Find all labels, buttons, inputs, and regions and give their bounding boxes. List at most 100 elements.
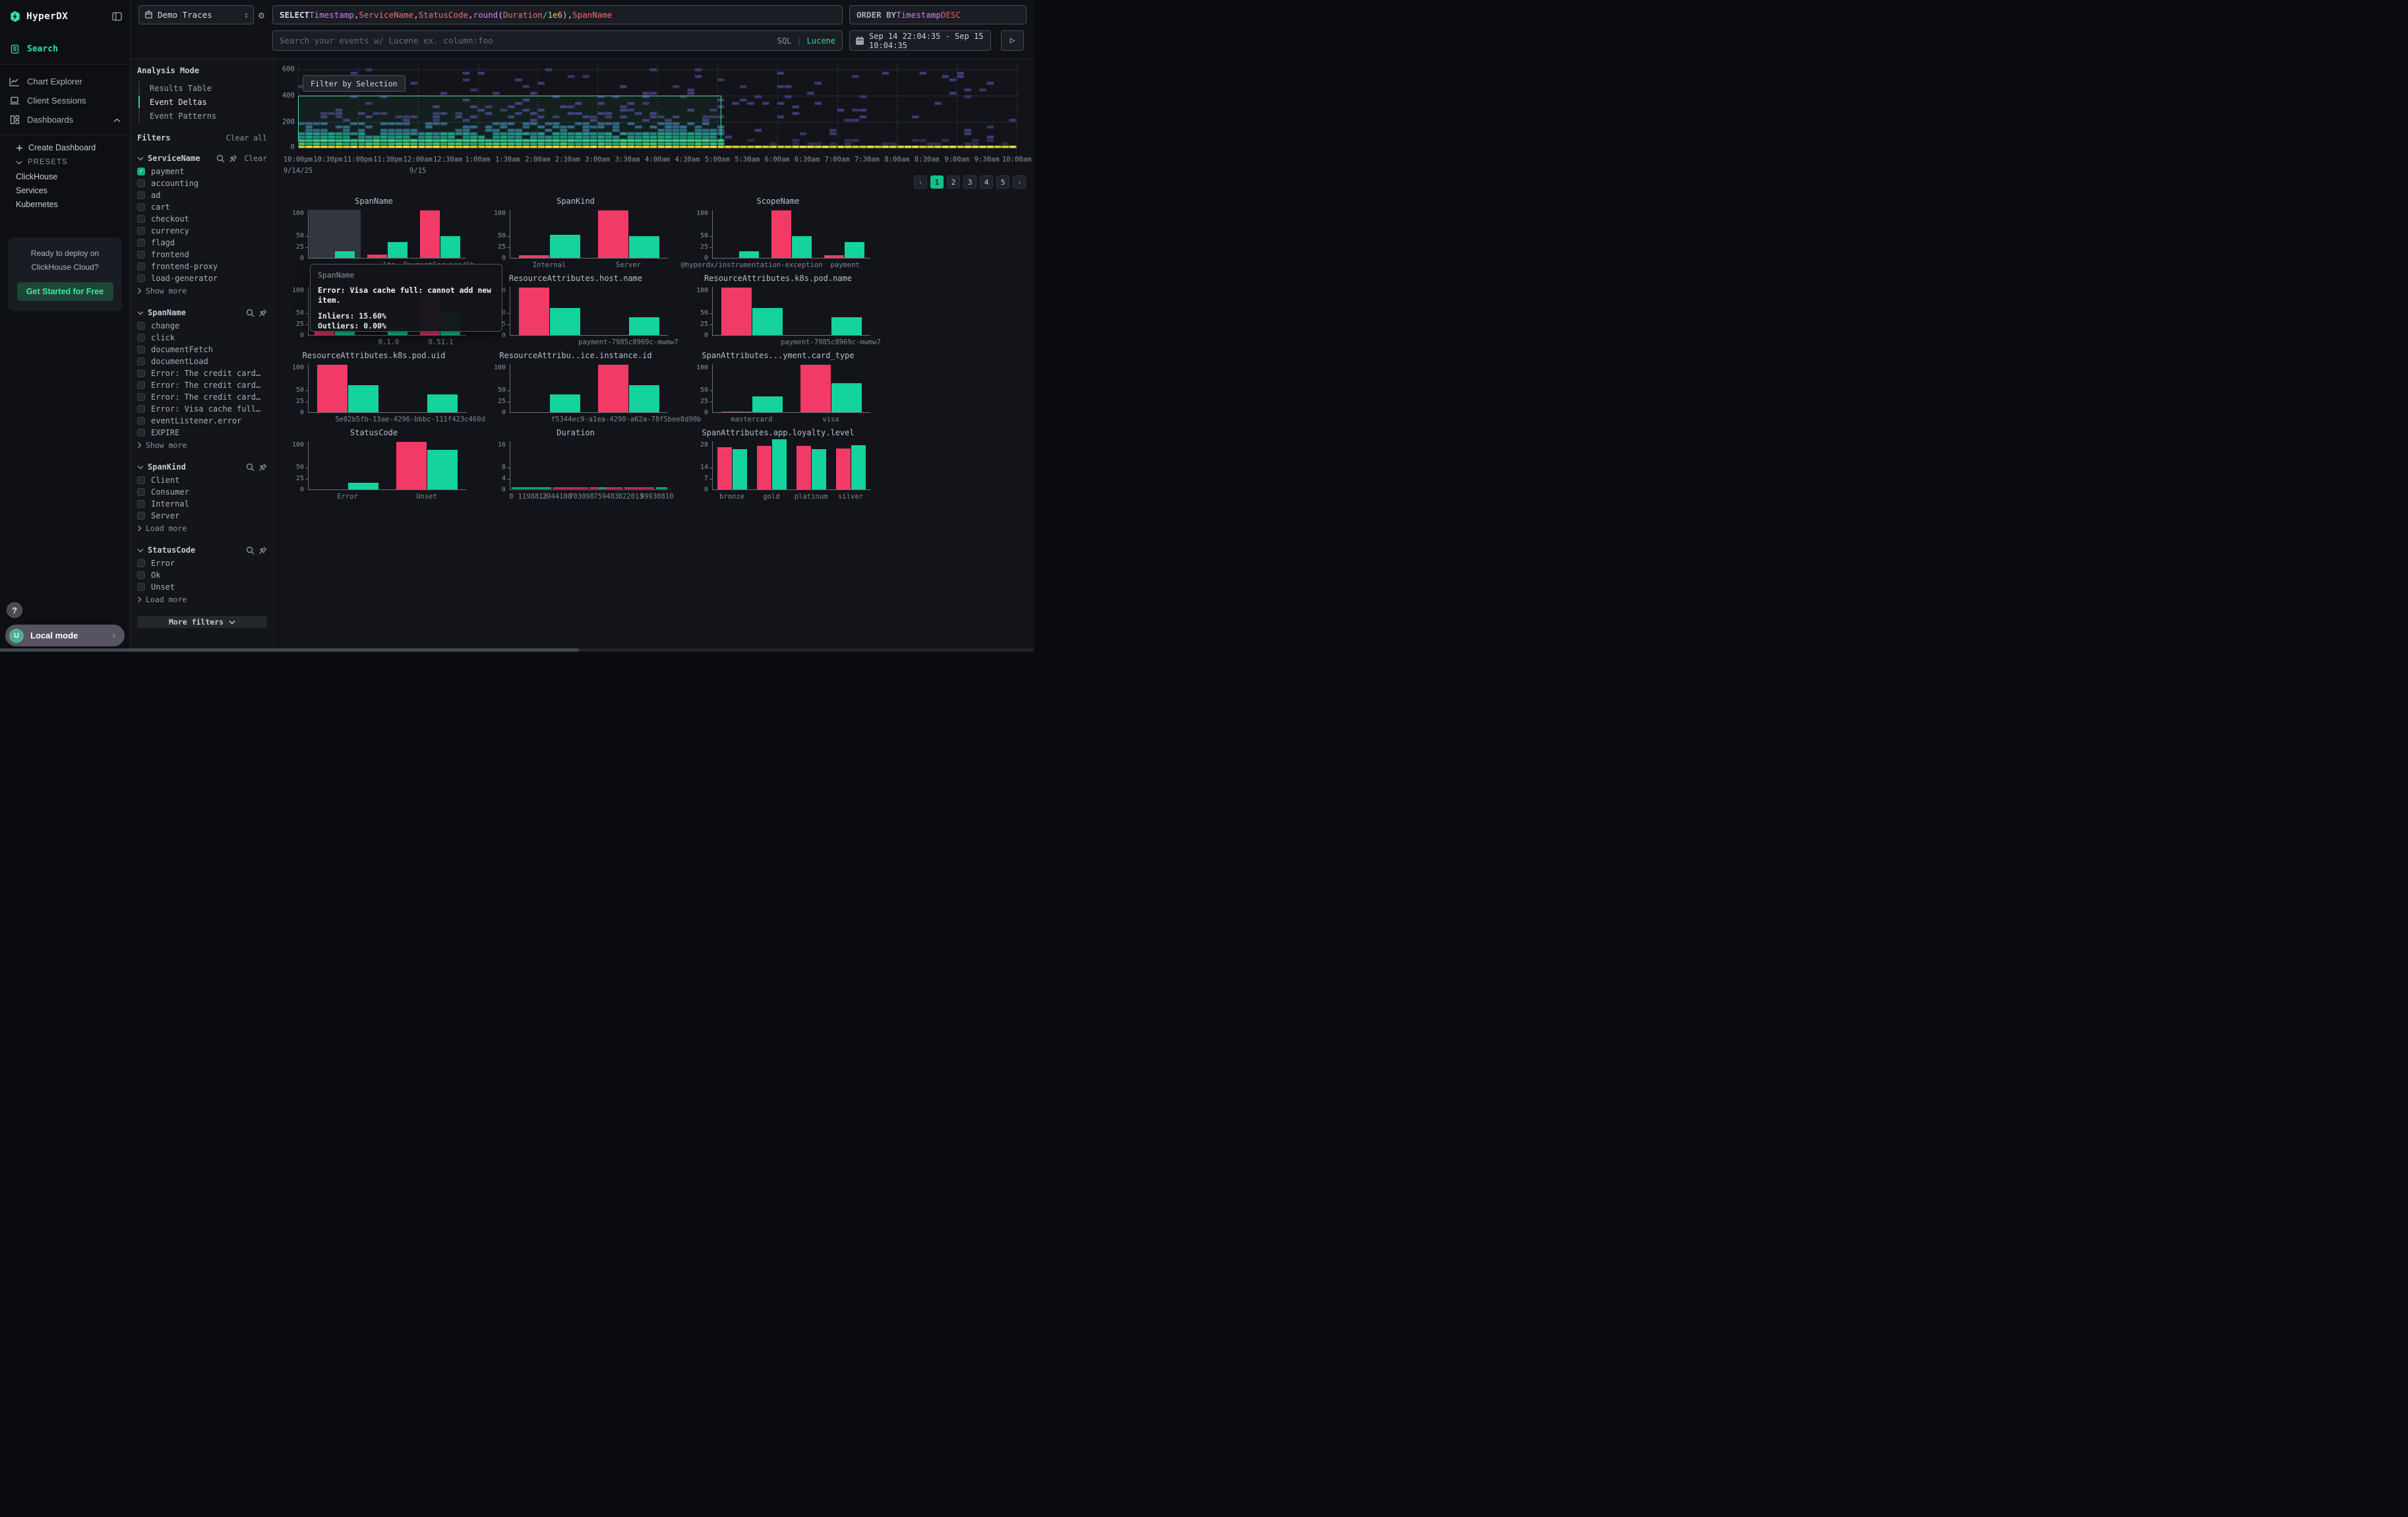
pin-icon[interactable] bbox=[258, 309, 267, 317]
outlier-bar[interactable] bbox=[317, 365, 347, 412]
chart-plot[interactable] bbox=[510, 210, 668, 259]
checkbox-unchecked[interactable] bbox=[137, 500, 145, 508]
checkbox-checked[interactable]: ✓ bbox=[137, 168, 145, 175]
filter-item-ok[interactable]: Ok bbox=[137, 569, 267, 581]
inlier-bar[interactable] bbox=[772, 439, 787, 489]
filter-item-accounting[interactable]: accounting bbox=[137, 177, 267, 189]
checkbox-unchecked[interactable] bbox=[137, 393, 145, 401]
filter-item-load-generator[interactable]: load-generator bbox=[137, 272, 267, 284]
inlier-bar[interactable] bbox=[348, 483, 378, 489]
outlier-bar[interactable] bbox=[800, 365, 831, 412]
run-query-button[interactable]: ▷ bbox=[1001, 30, 1024, 51]
pagination-next[interactable]: › bbox=[1013, 175, 1026, 189]
outlier-bar[interactable] bbox=[836, 449, 851, 489]
outlier-bar[interactable] bbox=[598, 365, 628, 412]
scrollbar-thumb[interactable] bbox=[0, 648, 579, 652]
outlier-bar[interactable] bbox=[519, 255, 549, 258]
checkbox-unchecked[interactable] bbox=[137, 512, 145, 520]
horizontal-scrollbar[interactable] bbox=[0, 648, 1034, 652]
checkbox-unchecked[interactable] bbox=[137, 239, 145, 247]
outlier-bar[interactable] bbox=[598, 210, 628, 258]
checkbox-unchecked[interactable] bbox=[137, 417, 145, 425]
chart-plot[interactable] bbox=[510, 287, 668, 336]
chevron-down-icon[interactable] bbox=[137, 465, 144, 470]
checkbox-unchecked[interactable] bbox=[137, 559, 145, 567]
filter-item-frontend-proxy[interactable]: frontend-proxy bbox=[137, 261, 267, 272]
checkbox-unchecked[interactable] bbox=[137, 369, 145, 377]
chart-plot[interactable] bbox=[308, 364, 466, 413]
filter-group-name[interactable]: StatusCode bbox=[148, 545, 195, 555]
checkbox-unchecked[interactable] bbox=[137, 322, 145, 330]
inlier-bar[interactable] bbox=[812, 449, 826, 489]
chart-plot[interactable] bbox=[510, 441, 668, 490]
inlier-bar[interactable] bbox=[792, 236, 812, 258]
inlier-bar[interactable] bbox=[845, 242, 864, 258]
filter-item-change[interactable]: change bbox=[137, 320, 267, 332]
pin-icon[interactable] bbox=[229, 154, 237, 163]
clear-all-filters[interactable]: Clear all bbox=[226, 133, 267, 142]
preset-dashboard-services[interactable]: Services bbox=[0, 183, 130, 197]
search-icon[interactable] bbox=[246, 463, 255, 472]
load-more-spankind[interactable]: Load more bbox=[137, 522, 267, 534]
checkbox-unchecked[interactable] bbox=[137, 263, 145, 270]
checkbox-unchecked[interactable] bbox=[137, 251, 145, 259]
pin-icon[interactable] bbox=[258, 463, 267, 472]
inlier-bar[interactable] bbox=[550, 308, 580, 335]
inlier-bar[interactable] bbox=[629, 317, 659, 335]
checkbox-unchecked[interactable] bbox=[137, 203, 145, 211]
pagination-page-3[interactable]: 3 bbox=[963, 175, 977, 189]
inlier-bar[interactable] bbox=[427, 394, 458, 412]
lucene-toggle[interactable]: Lucene bbox=[807, 36, 835, 46]
local-mode-menu[interactable]: U Local mode › bbox=[5, 625, 125, 646]
inlier-bar[interactable] bbox=[733, 449, 747, 489]
filter-item-flagd[interactable]: flagd bbox=[137, 237, 267, 249]
inlier-bar[interactable] bbox=[831, 383, 862, 412]
outlier-bar[interactable] bbox=[519, 288, 549, 335]
filter-item-error-the-credit-card-[interactable]: Error: The credit card (… bbox=[137, 391, 267, 403]
checkbox-unchecked[interactable] bbox=[137, 571, 145, 579]
outlier-bar[interactable] bbox=[367, 255, 387, 258]
filter-item-eventlistener-error[interactable]: eventListener.error bbox=[137, 415, 267, 427]
show-more-spanname[interactable]: Show more bbox=[137, 439, 267, 451]
heatmap-selection[interactable] bbox=[298, 96, 721, 141]
filter-item-consumer[interactable]: Consumer bbox=[137, 486, 267, 498]
inlier-bar[interactable] bbox=[752, 396, 783, 412]
sidebar-item-chart-explorer[interactable]: Chart Explorer bbox=[0, 72, 130, 91]
help-button[interactable]: ? bbox=[7, 602, 22, 618]
filter-item-documentfetch[interactable]: documentFetch bbox=[137, 344, 267, 356]
checkbox-unchecked[interactable] bbox=[137, 179, 145, 187]
outlier-bar[interactable] bbox=[824, 255, 844, 258]
checkbox-unchecked[interactable] bbox=[137, 357, 145, 365]
order-by-input[interactable]: ORDER BY Timestamp DESC bbox=[849, 5, 1027, 24]
filter-item-currency[interactable]: currency bbox=[137, 225, 267, 237]
checkbox-unchecked[interactable] bbox=[137, 381, 145, 389]
pagination-page-1[interactable]: 1 bbox=[930, 175, 944, 189]
sidebar-item-client-sessions[interactable]: Client Sessions bbox=[0, 91, 130, 110]
create-dashboard-button[interactable]: Create Dashboard bbox=[0, 140, 130, 155]
presets-toggle[interactable]: PRESETS bbox=[0, 155, 130, 170]
chevron-down-icon[interactable] bbox=[137, 156, 144, 161]
chart-plot[interactable] bbox=[308, 210, 466, 259]
inlier-bar[interactable] bbox=[440, 236, 460, 258]
inlier-bar[interactable] bbox=[550, 394, 580, 412]
filter-item-checkout[interactable]: checkout bbox=[137, 213, 267, 225]
filter-by-selection-button[interactable]: Filter by Selection bbox=[303, 75, 406, 92]
inlier-bar[interactable] bbox=[831, 317, 862, 335]
preset-dashboard-clickhouse[interactable]: ClickHouse bbox=[0, 170, 130, 183]
inlier-bar[interactable] bbox=[388, 242, 407, 258]
filter-group-name[interactable]: SpanKind bbox=[148, 462, 186, 472]
checkbox-unchecked[interactable] bbox=[137, 334, 145, 342]
chart-plot[interactable] bbox=[712, 441, 870, 490]
filter-item-error[interactable]: Error bbox=[137, 557, 267, 569]
filter-item-unset[interactable]: Unset bbox=[137, 581, 267, 593]
search-icon[interactable] bbox=[246, 309, 255, 317]
filter-item-ad[interactable]: ad bbox=[137, 189, 267, 201]
chevron-down-icon[interactable] bbox=[137, 311, 144, 315]
chart-plot[interactable] bbox=[712, 210, 870, 259]
load-more-statuscode[interactable]: Load more bbox=[137, 594, 267, 605]
chevron-down-icon[interactable] bbox=[137, 548, 144, 553]
filter-item-internal[interactable]: Internal bbox=[137, 498, 267, 510]
events-heatmap[interactable] bbox=[298, 64, 1017, 148]
chart-plot[interactable] bbox=[712, 287, 870, 336]
checkbox-unchecked[interactable] bbox=[137, 274, 145, 282]
